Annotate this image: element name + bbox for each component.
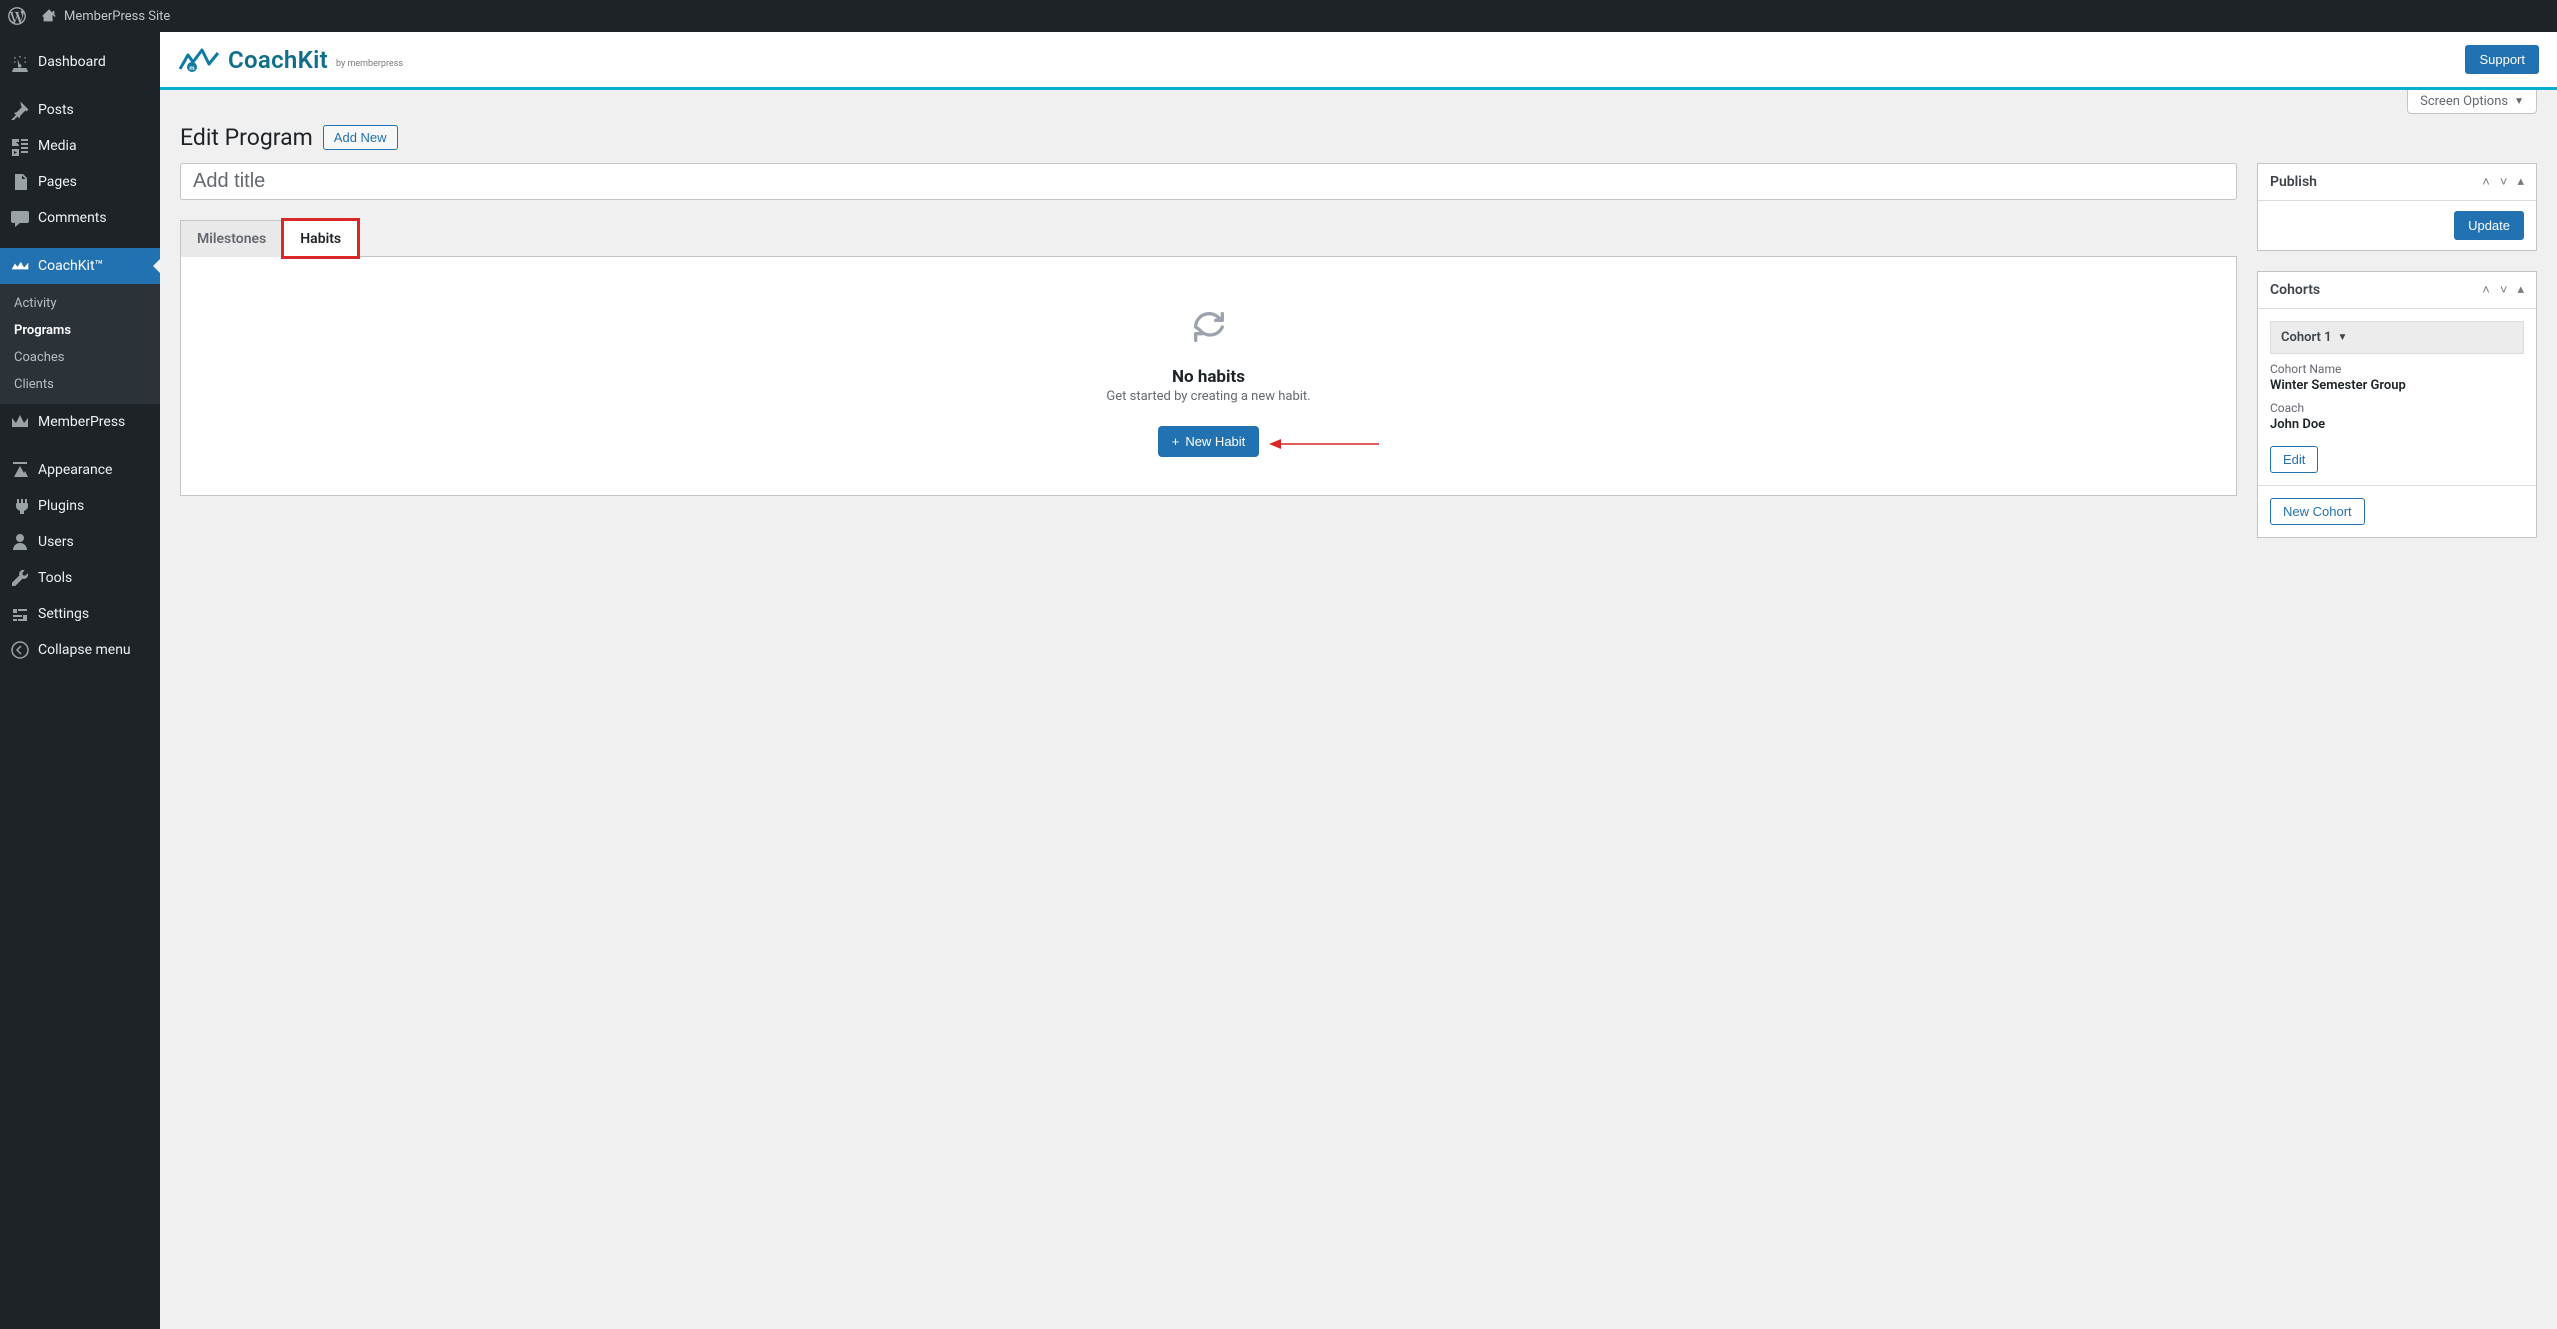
cohorts-title: Cohorts bbox=[2270, 282, 2320, 298]
move-down-icon[interactable]: ˅ bbox=[2500, 174, 2508, 190]
collapse-icon bbox=[10, 640, 30, 660]
toggle-panel-icon[interactable]: ▴ bbox=[2517, 282, 2524, 298]
sidebar-item-media[interactable]: Media bbox=[0, 128, 160, 164]
sidebar-item-coachkit[interactable]: CoachKit™ bbox=[0, 248, 160, 284]
site-home-link[interactable]: MemberPress Site bbox=[40, 7, 170, 25]
new-cohort-button[interactable]: New Cohort bbox=[2270, 498, 2365, 525]
sidebar-item-label: Comments bbox=[38, 210, 107, 226]
support-button[interactable]: Support bbox=[2465, 45, 2539, 74]
coachkit-submenu: Activity Programs Coaches Clients bbox=[0, 284, 160, 404]
habits-panel: No habits Get started by creating a new … bbox=[180, 256, 2237, 496]
plus-icon: + bbox=[1172, 434, 1180, 449]
admin-sidebar: Dashboard Posts Media Pages Comments bbox=[0, 32, 160, 1329]
appearance-icon bbox=[10, 460, 30, 480]
refresh-icon bbox=[201, 307, 2216, 351]
add-new-button[interactable]: Add New bbox=[323, 125, 398, 150]
logo-text: CoachKit bbox=[228, 46, 328, 74]
submenu-coaches[interactable]: Coaches bbox=[0, 344, 160, 371]
toggle-panel-icon[interactable]: ▴ bbox=[2517, 174, 2524, 190]
site-name: MemberPress Site bbox=[64, 9, 170, 24]
comments-icon bbox=[10, 208, 30, 228]
coach-value: John Doe bbox=[2270, 417, 2524, 432]
chevron-down-icon: ▼ bbox=[2338, 332, 2348, 343]
sidebar-item-label: Dashboard bbox=[38, 54, 106, 70]
empty-subtitle: Get started by creating a new habit. bbox=[201, 389, 2216, 404]
submenu-programs[interactable]: Programs bbox=[0, 317, 160, 344]
publish-postbox: Publish ˄ ˅ ▴ Update bbox=[2257, 163, 2537, 251]
submenu-clients[interactable]: Clients bbox=[0, 371, 160, 398]
coachkit-logo: m CoachKit by memberpress bbox=[178, 46, 403, 74]
sidebar-item-dashboard[interactable]: Dashboard bbox=[0, 44, 160, 80]
new-habit-button[interactable]: + New Habit bbox=[1158, 426, 1260, 457]
admin-bar: MemberPress Site bbox=[0, 0, 2557, 32]
sidebar-item-pages[interactable]: Pages bbox=[0, 164, 160, 200]
cohort-name-value: Winter Semester Group bbox=[2270, 378, 2524, 393]
program-tabs: Milestones Habits bbox=[180, 220, 2237, 256]
tools-icon bbox=[10, 568, 30, 588]
sidebar-item-label: Posts bbox=[38, 102, 74, 118]
page-title: Edit Program bbox=[180, 124, 313, 151]
svg-text:m: m bbox=[189, 65, 194, 72]
sidebar-item-label: Media bbox=[38, 138, 77, 154]
sidebar-item-tools[interactable]: Tools bbox=[0, 560, 160, 596]
sidebar-item-label: Settings bbox=[38, 606, 89, 622]
users-icon bbox=[10, 532, 30, 552]
cohorts-postbox: Cohorts ˄ ˅ ▴ Cohort 1 ▼ bbox=[2257, 271, 2537, 538]
wordpress-icon bbox=[8, 7, 26, 25]
sidebar-item-settings[interactable]: Settings bbox=[0, 596, 160, 632]
brand-bar: m CoachKit by memberpress Support bbox=[160, 32, 2557, 90]
move-down-icon[interactable]: ˅ bbox=[2500, 282, 2508, 298]
update-button[interactable]: Update bbox=[2454, 211, 2524, 240]
coach-label: Coach bbox=[2270, 401, 2524, 415]
sidebar-item-label: Users bbox=[38, 534, 74, 550]
publish-title: Publish bbox=[2270, 174, 2317, 190]
move-up-icon[interactable]: ˄ bbox=[2482, 174, 2490, 190]
wordpress-logo[interactable] bbox=[8, 7, 26, 25]
coachkit-icon bbox=[10, 256, 30, 276]
screen-options-toggle[interactable]: Screen Options ▼ bbox=[2407, 90, 2537, 114]
sidebar-item-appearance[interactable]: Appearance bbox=[0, 452, 160, 488]
media-icon bbox=[10, 136, 30, 156]
edit-cohort-button[interactable]: Edit bbox=[2270, 446, 2318, 473]
sidebar-item-label: Tools bbox=[38, 570, 72, 586]
plugins-icon bbox=[10, 496, 30, 516]
sidebar-collapse-menu[interactable]: Collapse menu bbox=[0, 632, 160, 668]
empty-title: No habits bbox=[201, 367, 2216, 387]
sidebar-item-label: Collapse menu bbox=[38, 642, 131, 658]
pages-icon bbox=[10, 172, 30, 192]
tab-habits[interactable]: Habits bbox=[283, 220, 358, 257]
coachkit-logo-icon: m bbox=[178, 47, 222, 73]
home-icon bbox=[40, 7, 58, 25]
settings-icon bbox=[10, 604, 30, 624]
cohort-selector[interactable]: Cohort 1 ▼ bbox=[2270, 321, 2524, 354]
sidebar-item-memberpress[interactable]: MemberPress bbox=[0, 404, 160, 440]
annotation-arrow bbox=[1269, 438, 1379, 450]
sidebar-item-plugins[interactable]: Plugins bbox=[0, 488, 160, 524]
sidebar-item-label: CoachKit™ bbox=[38, 258, 103, 274]
dashboard-icon bbox=[10, 52, 30, 72]
tab-milestones[interactable]: Milestones bbox=[180, 220, 283, 257]
logo-subtext: by memberpress bbox=[336, 59, 403, 74]
submenu-activity[interactable]: Activity bbox=[0, 290, 160, 317]
program-title-input[interactable] bbox=[180, 163, 2237, 200]
sidebar-item-label: MemberPress bbox=[38, 414, 125, 430]
move-up-icon[interactable]: ˄ bbox=[2482, 282, 2490, 298]
cohort-name-label: Cohort Name bbox=[2270, 362, 2524, 376]
sidebar-item-label: Plugins bbox=[38, 498, 84, 514]
sidebar-item-users[interactable]: Users bbox=[0, 524, 160, 560]
memberpress-icon bbox=[10, 412, 30, 432]
sidebar-item-label: Pages bbox=[38, 174, 77, 190]
sidebar-item-comments[interactable]: Comments bbox=[0, 200, 160, 236]
pin-icon bbox=[10, 100, 30, 120]
sidebar-item-label: Appearance bbox=[38, 462, 112, 478]
sidebar-item-posts[interactable]: Posts bbox=[0, 92, 160, 128]
chevron-down-icon: ▼ bbox=[2514, 96, 2524, 107]
